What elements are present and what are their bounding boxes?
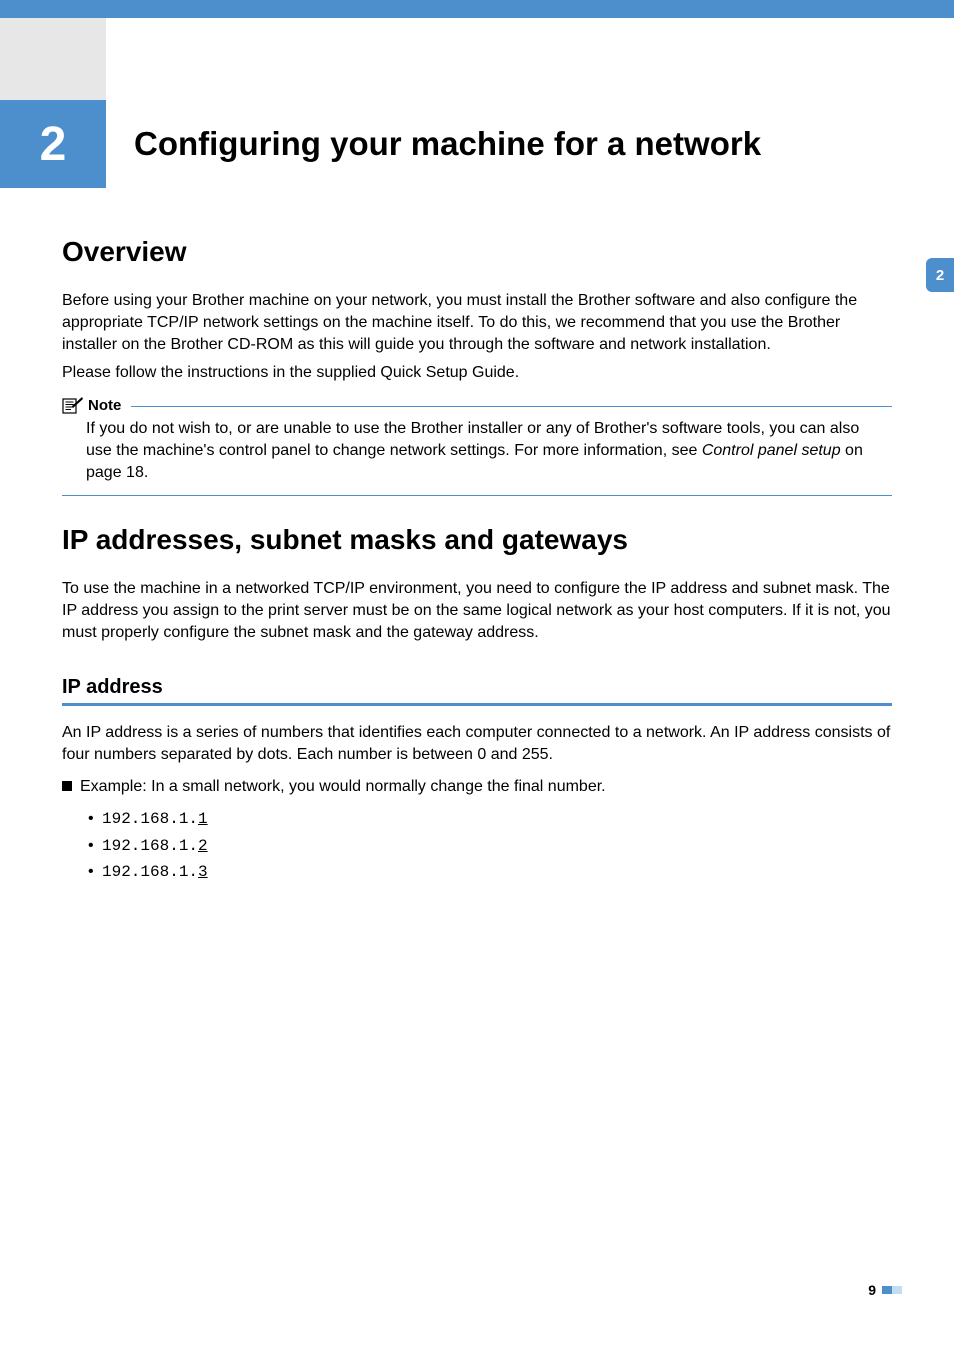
list-item: 192.168.1.2 — [102, 833, 892, 860]
chapter-title: Configuring your machine for a network — [106, 100, 761, 188]
chapter-header: 2 Configuring your machine for a network — [0, 100, 954, 188]
side-chapter-tab: 2 — [926, 258, 954, 292]
ip-address-para: An IP address is a series of numbers tha… — [62, 722, 892, 766]
top-header-bar — [0, 0, 954, 18]
ip-address-heading: IP address — [62, 676, 892, 699]
ip-prefix: 192.168.1. — [102, 837, 198, 855]
square-bullet-icon — [62, 781, 72, 791]
ip-prefix: 192.168.1. — [102, 810, 198, 828]
list-item: 192.168.1.1 — [102, 806, 892, 833]
note-header-line-wrap — [121, 404, 892, 407]
ip-last: 3 — [198, 863, 208, 881]
note-header-line — [131, 406, 892, 407]
page-marker-light — [892, 1286, 902, 1294]
note-block: Note If you do not wish to, or are unabl… — [62, 396, 892, 495]
ip-example-list: 192.168.1.1 192.168.1.2 192.168.1.3 — [62, 806, 892, 886]
example-label: Example: In a small network, you would n… — [80, 776, 606, 798]
ip-section-para: To use the machine in a networked TCP/IP… — [62, 578, 892, 644]
note-text-italic: Control panel setup — [702, 442, 841, 459]
note-text: If you do not wish to, or are unable to … — [62, 418, 892, 484]
chapter-number-box: 2 — [0, 100, 106, 188]
page-number: 9 — [868, 1282, 876, 1298]
note-label: Note — [88, 397, 121, 414]
page-content: Overview Before using your Brother machi… — [0, 236, 954, 886]
page-number-wrap: 9 — [868, 1282, 902, 1298]
example-bullet: Example: In a small network, you would n… — [62, 776, 892, 798]
list-item: 192.168.1.3 — [102, 859, 892, 886]
ip-address-underline — [62, 703, 892, 706]
ip-last: 1 — [198, 810, 208, 828]
top-gray-block — [0, 18, 106, 100]
chapter-number: 2 — [40, 117, 67, 172]
page-marker-icon — [882, 1286, 902, 1294]
overview-heading: Overview — [62, 236, 892, 268]
note-header: Note — [62, 396, 892, 414]
ip-last: 2 — [198, 837, 208, 855]
overview-para2: Please follow the instructions in the su… — [62, 362, 892, 384]
note-bottom-line — [62, 495, 892, 496]
side-chapter-number: 2 — [936, 267, 944, 284]
ip-prefix: 192.168.1. — [102, 863, 198, 881]
page-marker-dark — [882, 1286, 892, 1294]
note-icon — [62, 396, 84, 414]
overview-para1: Before using your Brother machine on you… — [62, 290, 892, 356]
ip-section-heading: IP addresses, subnet masks and gateways — [62, 524, 892, 556]
